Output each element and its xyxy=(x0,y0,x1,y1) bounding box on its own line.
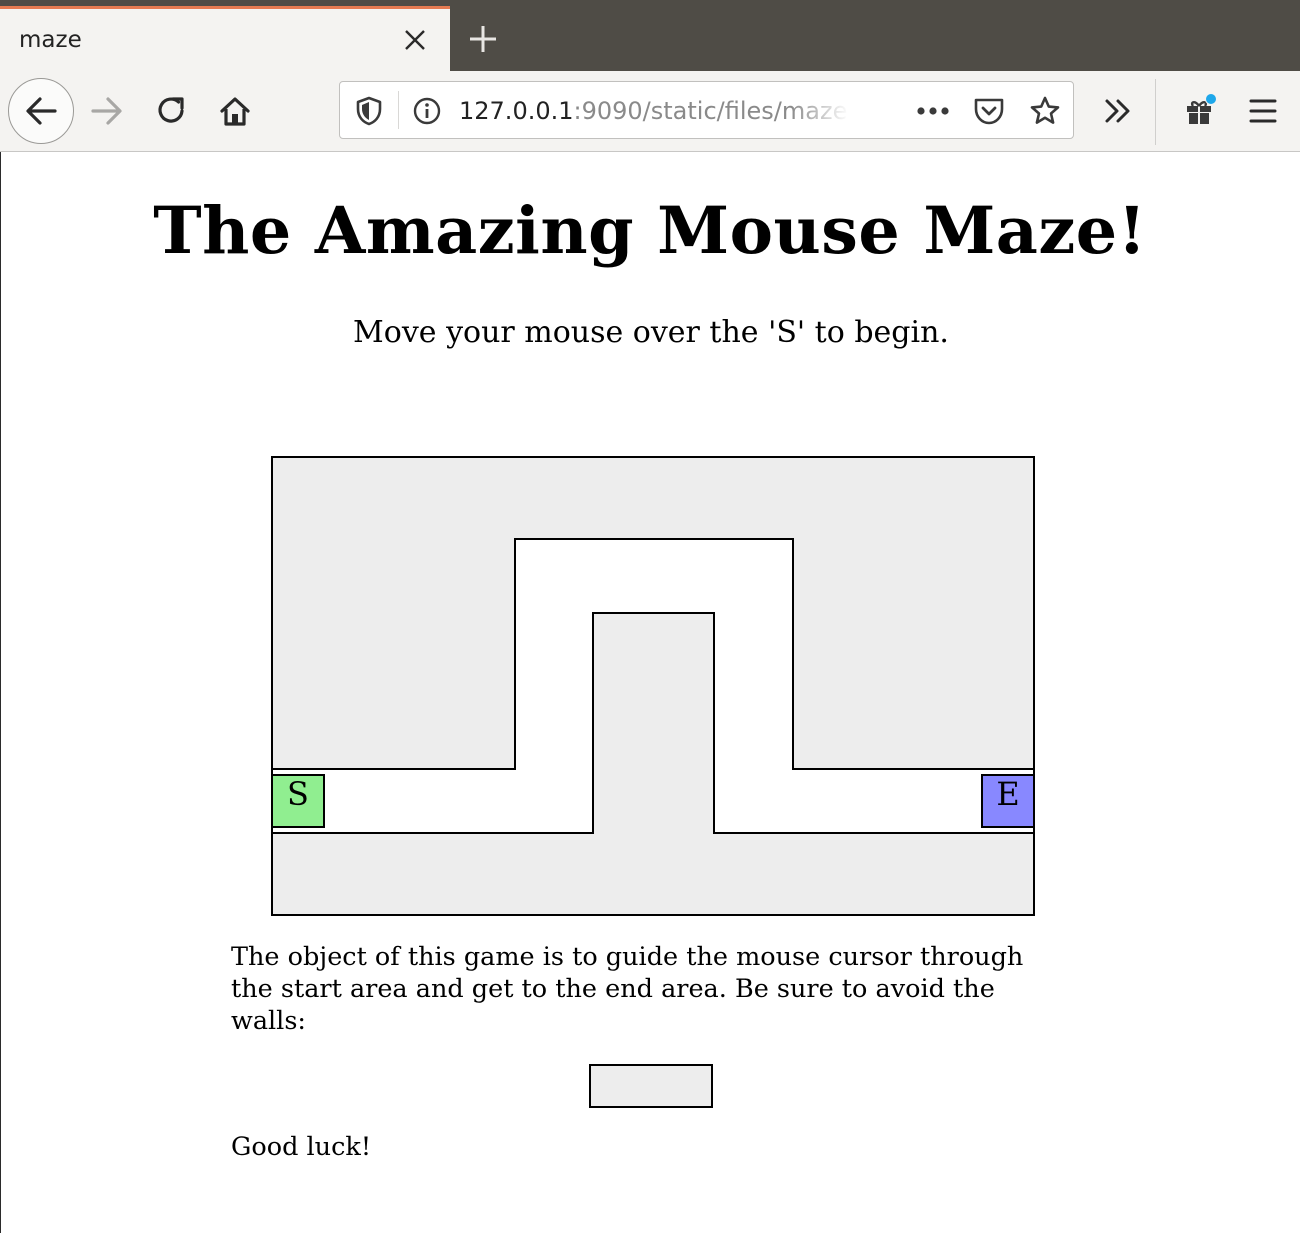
url-separator xyxy=(398,91,399,129)
shield-icon[interactable] xyxy=(345,87,393,135)
wall-edge xyxy=(273,768,516,770)
wall-edge xyxy=(713,832,1033,834)
wall-sample xyxy=(589,1064,713,1108)
star-icon[interactable] xyxy=(1021,87,1069,135)
back-button[interactable] xyxy=(8,78,74,144)
double-chevron-icon xyxy=(1105,99,1130,123)
start-area[interactable]: S xyxy=(271,774,325,828)
wall-edge xyxy=(514,538,516,770)
home-button[interactable] xyxy=(211,87,259,135)
end-label: E xyxy=(996,775,1020,813)
good-luck-text: Good luck! xyxy=(231,1132,372,1162)
page-title: The Amazing Mouse Maze! xyxy=(153,193,1147,269)
reload-button[interactable] xyxy=(148,87,196,135)
wall-edge xyxy=(514,538,794,540)
game-description: The object of this game is to guide the … xyxy=(231,942,1024,1036)
url-text[interactable]: 127.0.0.1:9090/static/files/maze xyxy=(459,97,849,125)
tab-maze[interactable]: maze xyxy=(0,6,450,71)
hamburger-menu-icon xyxy=(1249,99,1277,123)
wall-edge xyxy=(792,538,794,770)
new-tab-button[interactable] xyxy=(464,20,502,58)
wall-edge xyxy=(592,612,715,614)
start-label: S xyxy=(287,775,309,813)
tab-title: maze xyxy=(19,27,82,53)
navigation-toolbar: 127.0.0.1:9090/static/files/maze xyxy=(0,71,1300,152)
wall-edge xyxy=(592,612,594,834)
maze-board[interactable]: S E xyxy=(271,456,1035,916)
instructions-text: Move your mouse over the 'S' to begin. xyxy=(353,315,949,350)
forward-button[interactable] xyxy=(83,87,131,135)
toolbar-separator xyxy=(1155,79,1156,145)
info-icon[interactable] xyxy=(403,87,451,135)
menu-button[interactable] xyxy=(1239,87,1287,135)
wall-edge xyxy=(792,768,1033,770)
wall-edge xyxy=(273,832,594,834)
arrow-left-icon xyxy=(26,97,57,125)
whats-new-button[interactable] xyxy=(1175,87,1223,135)
reload-icon xyxy=(158,97,184,123)
end-area[interactable]: E xyxy=(981,774,1035,828)
plus-icon xyxy=(470,26,496,52)
tab-strip: maze xyxy=(0,0,1300,71)
url-path: :9090/static/files/maze xyxy=(573,97,848,125)
home-icon xyxy=(220,97,250,126)
ellipsis-icon[interactable] xyxy=(909,87,957,135)
url-bar[interactable]: 127.0.0.1:9090/static/files/maze xyxy=(339,81,1074,139)
arrow-right-icon xyxy=(91,97,122,125)
pocket-icon[interactable] xyxy=(965,87,1013,135)
overflow-button[interactable] xyxy=(1094,87,1142,135)
notification-dot xyxy=(1205,93,1217,105)
close-icon[interactable] xyxy=(400,25,430,55)
url-host: 127.0.0.1 xyxy=(459,97,574,125)
wall-edge xyxy=(713,612,715,834)
